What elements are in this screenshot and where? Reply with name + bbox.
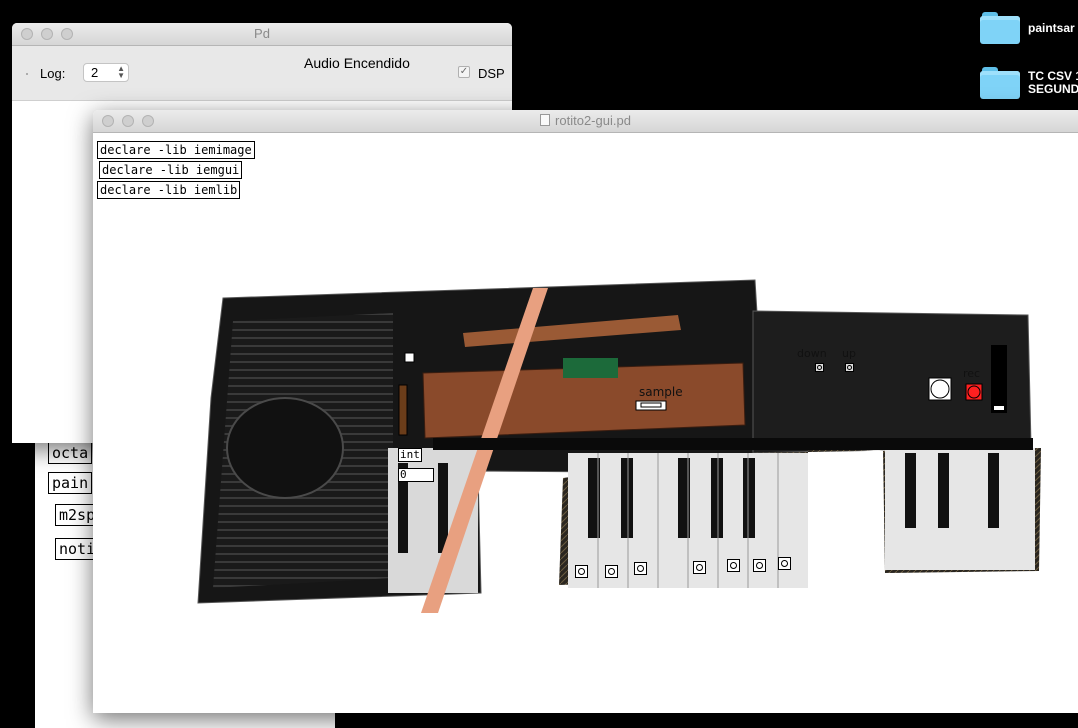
keyboard-photo [197,279,1041,613]
document-icon [540,114,551,126]
rec-label: rec [963,367,981,380]
window-title: rotito2-gui.pd [93,113,1078,128]
desktop-folder-tc-csv[interactable]: TC CSV 1 SEGUND [980,67,1078,99]
window-title: Pd [254,26,270,41]
down-label: down [797,347,827,360]
titlebar[interactable]: Pd [12,23,512,46]
log-label: Log: [40,66,66,81]
pd-toolbar: Log: 2 ▲ ▼ Audio Encendido ✓ DSP [12,46,512,101]
key-bang[interactable] [634,562,647,575]
key-bang[interactable] [727,559,740,572]
number-box[interactable]: 0 [398,468,434,482]
background-object[interactable]: pain [48,472,93,494]
audio-status: Audio Encendido [304,55,410,71]
titlebar[interactable]: rotito2-gui.pd [93,110,1078,133]
desktop-folder-paintsar[interactable]: paintsar [980,12,1075,44]
key-bang[interactable] [753,559,766,572]
up-label: up [842,347,856,360]
key-bang[interactable] [693,561,706,574]
log-level-select[interactable]: 2 ▲ ▼ [83,63,129,82]
folder-icon [980,67,1020,99]
dsp-checkbox[interactable]: ✓ [458,66,470,78]
folder-label: TC CSV 1 SEGUND [1028,69,1078,96]
up-bang[interactable] [845,363,854,372]
patch-canvas[interactable]: declare -lib iemimage declare -lib iemgu… [93,133,1078,713]
int-object[interactable]: int [398,448,422,462]
folder-label: paintsar [1028,20,1075,35]
stepper-arrows-icon: ▲ ▼ [117,64,125,80]
patch-window: rotito2-gui.pd declare -lib iemimage dec… [93,110,1078,713]
folder-icon [980,12,1020,44]
window-title-text: rotito2-gui.pd [555,113,631,128]
key-bang[interactable] [778,557,791,570]
dot-icon [26,73,28,75]
sample-label: sample [639,385,683,399]
dsp-label: DSP [478,66,505,81]
background-object[interactable]: octa [48,442,93,464]
down-bang[interactable] [815,363,824,372]
key-bang[interactable] [605,565,618,578]
key-bang[interactable] [575,565,588,578]
log-value: 2 [91,65,99,80]
